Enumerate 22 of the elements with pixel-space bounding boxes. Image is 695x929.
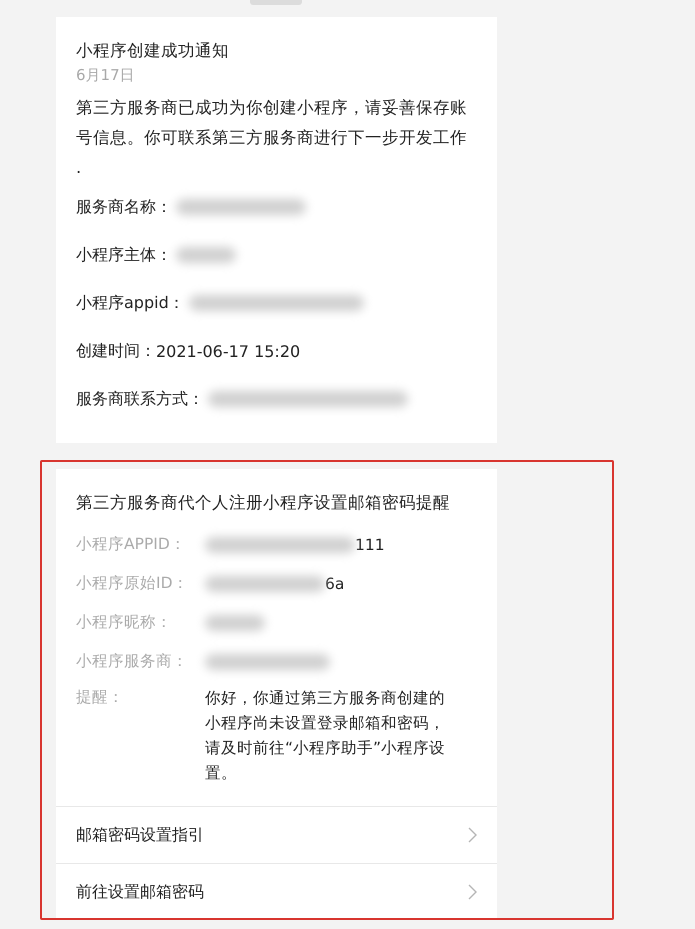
field-label: 小程序服务商： — [76, 651, 189, 672]
menu-link[interactable]: 前往设置邮箱密码 — [56, 863, 497, 920]
card-date: 6月17日 — [76, 65, 136, 85]
menu-link[interactable]: 邮箱密码设置指引 — [56, 806, 497, 863]
field-value: 2021-06-17 15:20 — [156, 342, 300, 360]
card-title: 小程序创建成功通知 — [76, 40, 230, 62]
field-value: 6a — [325, 574, 344, 592]
field-value: 你好，你通过第三方服务商创建的小程序尚未设置登录邮箱和密码，请及时前往“小程序助手”小程序设置。 — [205, 688, 446, 784]
field-label: 服务商名称： — [76, 196, 172, 218]
field-label: 小程序appid： — [76, 292, 185, 314]
field-value: 111 — [355, 536, 385, 554]
chevron-icon — [468, 827, 477, 843]
field-label: 小程序昵称： — [76, 612, 173, 633]
field-label: 小程序主体： — [76, 244, 172, 266]
field-label: 小程序原始ID： — [76, 573, 190, 594]
field-label: 服务商联系方式： — [76, 388, 204, 410]
card-title: 第三方服务商代个人注册小程序设置邮箱密码提醒 — [75, 492, 451, 514]
field-label: 创建时间： — [76, 340, 156, 362]
field-label: 提醒： — [76, 687, 125, 708]
field-label: 小程序APPID： — [76, 534, 187, 555]
chevron-icon — [468, 884, 477, 900]
message-text: 第三方服务商已成功为你创建小程序，请妥善保存账号信息。你可联系第三方服务商进行下一步开发工作. — [76, 97, 467, 179]
